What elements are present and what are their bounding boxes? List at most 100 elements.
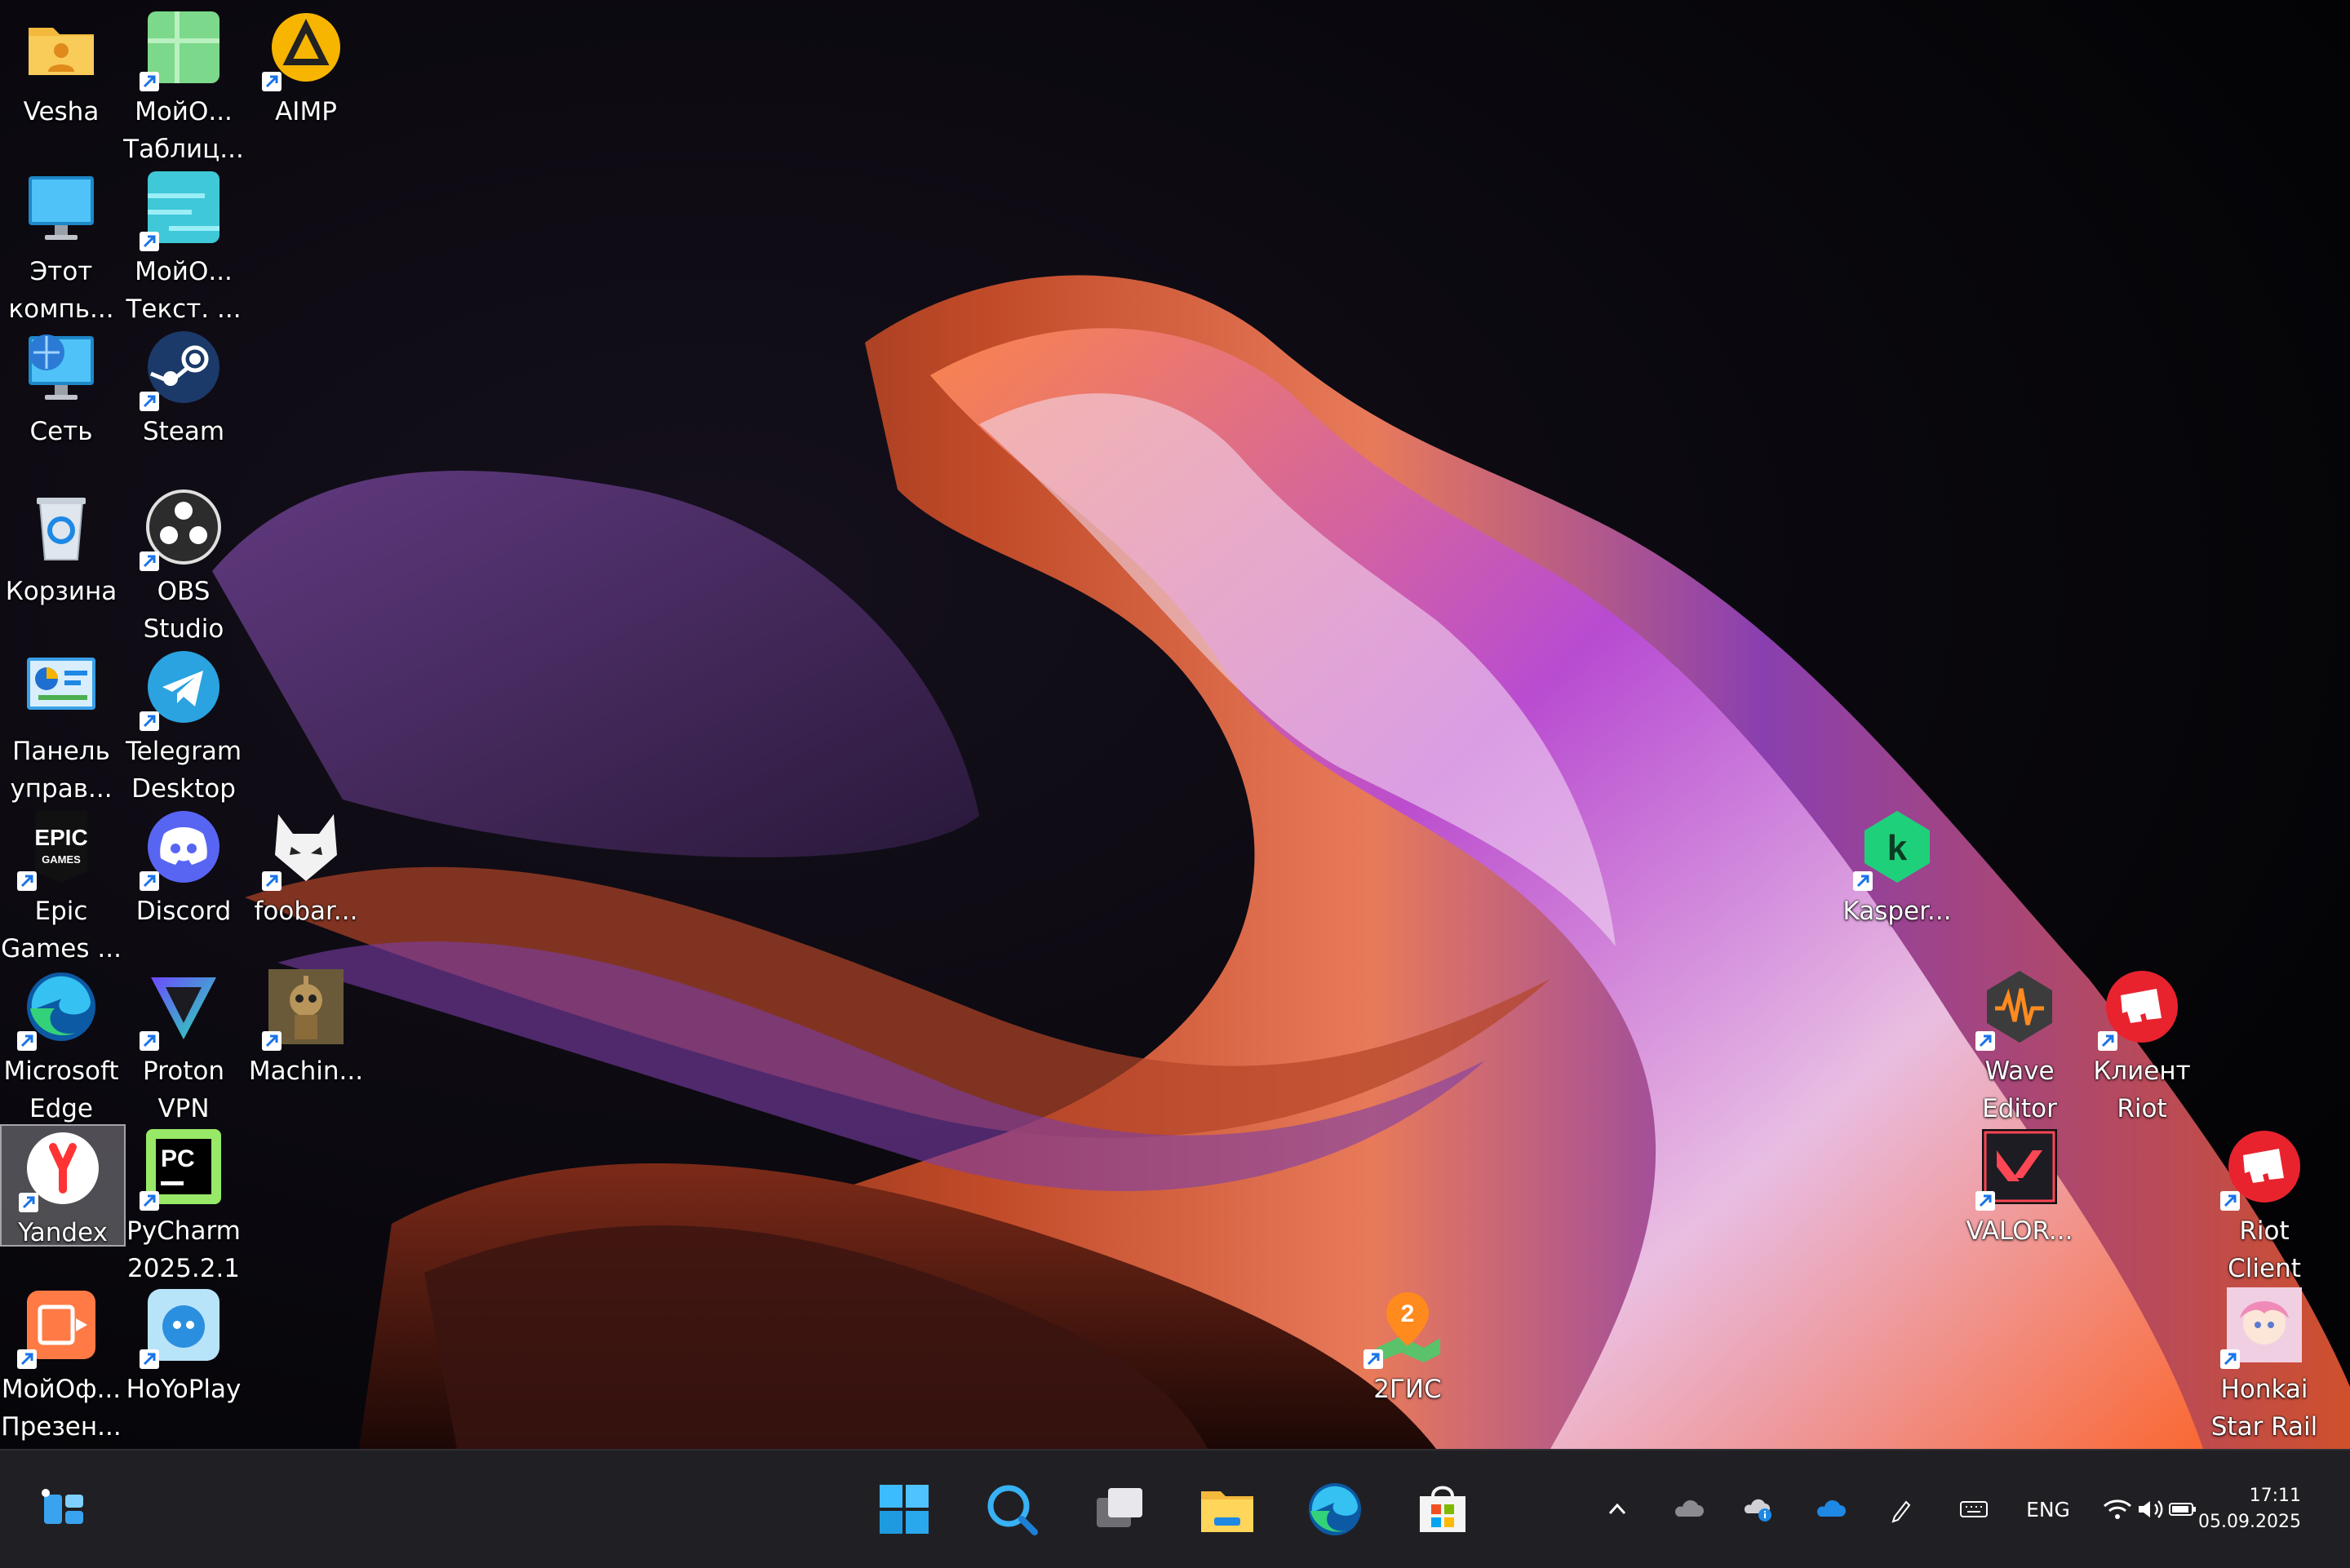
desktop-icon-edge[interactable]: Microsoft Edge xyxy=(0,968,122,1127)
svg-text:2: 2 xyxy=(1401,1300,1415,1327)
desktop-icon-discord[interactable]: Discord xyxy=(122,808,245,930)
riot-client-icon xyxy=(2220,1127,2303,1211)
desktop-icon-honkai[interactable]: Honkai Star Rail xyxy=(2203,1286,2326,1446)
presentation-icon xyxy=(17,1286,100,1369)
edge-icon xyxy=(17,968,100,1051)
desktop-icon-protonvpn[interactable]: Proton VPN xyxy=(122,968,245,1127)
keyboard-tray[interactable] xyxy=(1953,1451,1994,1568)
epic-games-icon: EPIC GAMES xyxy=(17,808,100,891)
task-view-button[interactable] xyxy=(1085,1475,1154,1544)
desktop-icon-wave-editor[interactable]: Wave Editor xyxy=(1958,968,2081,1127)
desktop-icon-label: foobar... xyxy=(254,897,358,926)
start-button[interactable] xyxy=(870,1475,938,1544)
store-button[interactable] xyxy=(1408,1475,1477,1544)
telegram-icon xyxy=(140,648,223,731)
machinarium-icon xyxy=(262,968,345,1051)
shortcut-arrow-icon xyxy=(262,72,282,91)
clock[interactable]: 17:11 05.09.2025 xyxy=(2198,1483,2301,1535)
desktop-icon-yandex[interactable]: Yandex xyxy=(0,1124,126,1247)
file-explorer-button[interactable] xyxy=(1193,1475,1261,1544)
desktop-icon-network[interactable]: Сеть xyxy=(0,328,122,450)
shortcut-arrow-icon xyxy=(17,1349,37,1369)
2gis-icon: 2 xyxy=(1363,1286,1447,1369)
desktop-icon-epic-games[interactable]: EPIC GAMES Epic Games ... xyxy=(0,808,122,968)
desktop-icon-this-pc[interactable]: Этот компь... xyxy=(0,168,122,328)
desktop-icon-aimp[interactable]: AIMP xyxy=(245,8,367,131)
language-label: ENG xyxy=(2026,1497,2070,1521)
desktop-icon-steam[interactable]: Steam xyxy=(122,328,245,450)
tray-overflow-button[interactable] xyxy=(1599,1451,1635,1568)
desktop-icon-label: Yandex xyxy=(18,1218,108,1247)
desktop-icon-label: Steam xyxy=(142,417,225,446)
desktop-icon-label: Microsoft Edge xyxy=(3,1056,119,1123)
edge-taskbar-button[interactable] xyxy=(1301,1475,1369,1544)
desktop-icon-myoffice-text[interactable]: МойО... Текст. ... xyxy=(122,168,245,328)
pycharm-icon: PC xyxy=(140,1127,223,1211)
desktop-icon-myoffice-presentation[interactable]: МойОф... Презен... xyxy=(0,1286,122,1446)
desktop-icon-label: МойО... Таблиц... xyxy=(123,97,244,164)
desktop-icon-label: AIMP xyxy=(275,97,337,126)
desktop-icon-kaspersky[interactable]: k Kasper... xyxy=(1836,808,1958,930)
language-indicator[interactable]: ENG xyxy=(2015,1451,2081,1568)
desktop-icon-label: VALOR... xyxy=(1966,1216,2073,1246)
desktop-icon-pycharm[interactable]: PC PyCharm 2025.2.1 xyxy=(122,1127,245,1287)
keyboard-icon xyxy=(1960,1501,1988,1517)
desktop-icon-vesha[interactable]: Vesha xyxy=(0,8,122,131)
desktop-icon-label: Proton VPN xyxy=(143,1056,224,1123)
network-volume-battery[interactable] xyxy=(2089,1451,2211,1568)
shortcut-arrow-icon xyxy=(140,871,159,891)
desktop-icon-label: МойОф... Презен... xyxy=(1,1375,122,1442)
onedrive-icon xyxy=(1817,1499,1846,1517)
shortcut-arrow-icon xyxy=(140,72,159,91)
shortcut-arrow-icon xyxy=(262,871,282,891)
desktop-icon-riot-client[interactable]: Riot Client xyxy=(2203,1127,2326,1287)
shortcut-arrow-icon xyxy=(140,711,159,731)
control-panel-icon xyxy=(22,648,100,726)
desktop-icon-telegram[interactable]: Telegram Desktop xyxy=(122,648,245,808)
desktop-icon-label: OBS Studio xyxy=(143,577,224,644)
widgets-button[interactable] xyxy=(28,1475,96,1544)
clock-date: 05.09.2025 xyxy=(2198,1512,2301,1532)
foobar-icon xyxy=(262,808,345,891)
aimp-icon xyxy=(262,8,345,91)
desktop-icon-obs[interactable]: OBS Studio xyxy=(122,488,245,648)
shortcut-arrow-icon xyxy=(2220,1349,2240,1369)
shortcut-arrow-icon xyxy=(140,1191,159,1211)
start-icon xyxy=(880,1485,929,1534)
search-button[interactable] xyxy=(978,1475,1046,1544)
desktop-icon-control-panel[interactable]: Панель управ... xyxy=(0,648,122,808)
desktop-icon-2gis[interactable]: 2 2ГИС xyxy=(1346,1286,1469,1408)
desktop-icon-label: Machin... xyxy=(248,1056,364,1086)
user-folder-icon xyxy=(22,8,100,86)
onedrive-grey-tray[interactable] xyxy=(1668,1451,1709,1568)
shortcut-arrow-icon xyxy=(140,1349,159,1369)
desktop-icon-hoyoplay[interactable]: HoYoPlay xyxy=(122,1286,245,1408)
spreadsheet-icon xyxy=(140,8,223,91)
shortcut-arrow-icon xyxy=(17,1031,37,1051)
pen-tray[interactable] xyxy=(1882,1451,1922,1568)
cloud-icon xyxy=(1675,1499,1704,1517)
edge-icon xyxy=(1309,1483,1361,1535)
widgets-icon xyxy=(42,1489,83,1524)
onedrive-blue-tray[interactable] xyxy=(1810,1451,1851,1568)
desktop-icon-myoffice-tables[interactable]: МойО... Таблиц... xyxy=(122,8,245,168)
desktop-icon-riot-client-ru[interactable]: Клиент Riot xyxy=(2081,968,2203,1127)
desktop-icon-valorant[interactable]: VALOR... xyxy=(1958,1127,2081,1250)
kaspersky-icon: k xyxy=(1853,808,1936,891)
desktop-icon-label: Сеть xyxy=(29,417,93,446)
desktop-icon-label: PyCharm 2025.2.1 xyxy=(126,1216,241,1283)
protonvpn-icon xyxy=(140,968,223,1051)
valorant-icon xyxy=(1975,1127,2059,1211)
desktop-icon-label: Discord xyxy=(135,897,232,926)
desktop-icon-machinarium[interactable]: Machin... xyxy=(245,968,367,1090)
obs-icon xyxy=(140,488,223,571)
desktop-icon-label: Этот компь... xyxy=(8,257,114,324)
desktop-icon-label: Telegram Desktop xyxy=(125,737,242,804)
riot-client-icon xyxy=(2098,968,2181,1051)
desktop-icon-recycle-bin[interactable]: Корзина xyxy=(0,488,122,610)
desktop-icon-label: Панель управ... xyxy=(10,737,113,804)
onedrive-info-tray[interactable] xyxy=(1738,1451,1779,1568)
desktop-icon-foobar[interactable]: foobar... xyxy=(245,808,367,930)
wave-editor-icon xyxy=(1975,968,2059,1051)
chevron-up-icon xyxy=(1608,1503,1626,1515)
